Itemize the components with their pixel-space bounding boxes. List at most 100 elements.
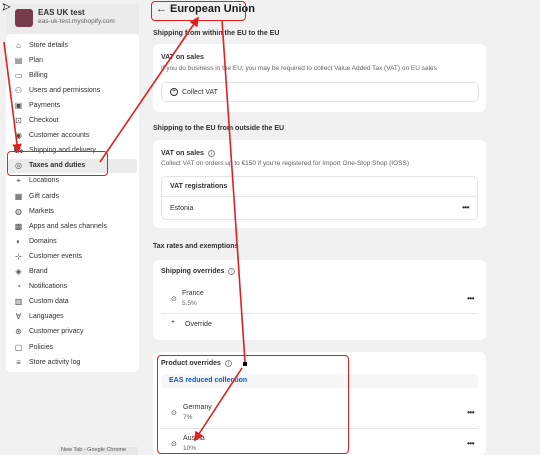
sidebar-item-languages[interactable]: Ɐ Languages (8, 310, 137, 324)
card-title: VAT on sales i (161, 150, 215, 157)
sidebar-item-custom-data[interactable]: ▥ Custom data (8, 295, 137, 309)
override-country: France (182, 290, 204, 297)
domains-icon: ◐ (16, 236, 21, 246)
sidebar-item-customer-privacy[interactable]: ⊛ Customer privacy (8, 325, 137, 339)
sidebar-item-label: Custom data (29, 298, 69, 306)
info-icon[interactable]: i (207, 150, 215, 157)
store-switcher[interactable]: EAS UK test eas-uk-test.myshopify.com (8, 4, 139, 32)
brand-icon: ◈ (15, 267, 22, 276)
sidebar-item-label: Domains (29, 237, 57, 245)
sidebar-item-label: Plan (29, 56, 44, 64)
apps-icon: ▩ (14, 221, 23, 231)
sidebar-item-label: Apps and sales channels (29, 222, 107, 230)
users-icon: ⚇ (14, 85, 23, 95)
annotation-title-highlight (151, 1, 246, 21)
settings-sidebar: EAS UK test eas-uk-test.myshopify.com ⌂ S… (6, 4, 139, 372)
locations-icon: ⌖ (16, 175, 21, 185)
override-rate: 5.5% (182, 300, 197, 307)
sidebar-item-label: Languages (29, 313, 64, 321)
markets-icon: ◍ (15, 206, 22, 216)
store-url: eas-uk-test.myshopify.com (38, 18, 115, 25)
annotation-taxes-highlight (7, 151, 108, 176)
sidebar-item-policies[interactable]: ▢ Policies (8, 340, 137, 354)
sidebar-item-apps-and-sales-channels[interactable]: ▩ Apps and sales channels (8, 219, 137, 233)
section-heading-within-eu: Shipping from within the EU to the EU (153, 30, 280, 37)
sidebar-item-label: Policies (29, 343, 54, 351)
divider (162, 196, 477, 197)
plan-icon: ▤ (14, 55, 23, 65)
card-title: Shipping overrides i (161, 268, 236, 275)
billing-icon: ▭ (14, 70, 23, 80)
sidebar-item-plan[interactable]: ▤ Plan (8, 53, 137, 67)
sidebar-item-users-and-permissions[interactable]: ⚇ Users and permissions (8, 83, 137, 97)
shipping-overrides-list: ⊙ France 5.5% ••• + Override (161, 282, 478, 334)
sidebar-item-gift-cards[interactable]: ▦ Gift cards (8, 189, 137, 203)
sidebar-item-label: Brand (29, 268, 48, 275)
vat-registrations-title: VAT registrations (170, 183, 228, 190)
vat-outside-eu-card: VAT on sales i Collect VAT on orders up t… (153, 140, 486, 228)
custom-data-icon: ▥ (14, 297, 23, 307)
payments-icon: ▣ (14, 100, 23, 110)
notifications-icon: ◔ (16, 282, 21, 292)
sidebar-item-label: Users and permissions (29, 86, 101, 94)
sidebar-item-label: Billing (29, 71, 48, 79)
shipping-overrides-card: Shipping overrides i ⊙ France 5.5% ••• + … (153, 260, 486, 340)
sidebar-item-label: Checkout (29, 117, 59, 124)
sidebar-item-label: Notifications (29, 283, 68, 291)
sidebar-item-label: Store activity log (29, 358, 81, 366)
sidebar-item-customer-accounts[interactable]: ◉ Customer accounts (8, 129, 137, 143)
more-actions-icon[interactable]: ••• (467, 439, 474, 448)
card-description: If you do business in the EU, you may be… (161, 65, 437, 72)
vat-within-eu-card: VAT on sales If you do business in the E… (153, 44, 486, 112)
annotation-product-overrides-highlight (157, 355, 349, 454)
plus-circle-icon: + (170, 88, 178, 96)
sidebar-item-label: Markets (29, 207, 54, 215)
plus-icon[interactable]: + (171, 319, 175, 326)
add-override-link[interactable]: Override (185, 321, 212, 328)
more-actions-icon[interactable]: ••• (462, 203, 469, 212)
sidebar-item-label: Locations (29, 177, 59, 185)
location-pin-icon: ⊙ (171, 296, 177, 303)
taskbar-item[interactable]: New Tab - Google Chrome (58, 447, 138, 455)
gift-card-icon: ▦ (14, 191, 23, 201)
collect-vat-button[interactable]: + Collect VAT (161, 82, 479, 102)
card-title: VAT on sales (161, 54, 204, 61)
privacy-icon: ⊛ (15, 327, 22, 337)
sidebar-item-markets[interactable]: ◍ Markets (8, 204, 137, 218)
registration-country: Estonia (170, 205, 194, 212)
store-icon: ⌂ (16, 40, 21, 50)
languages-icon: Ɐ (15, 312, 22, 322)
section-heading-outside-eu: Shipping to the EU from outside the EU (153, 125, 285, 132)
divider (161, 313, 478, 314)
card-description: Collect VAT on orders up to €150 if you'… (161, 160, 409, 167)
sidebar-item-billing[interactable]: ▭ Billing (8, 68, 137, 82)
customer-accounts-icon: ◉ (15, 131, 22, 141)
sidebar-item-payments[interactable]: ▣ Payments (8, 98, 137, 112)
more-actions-icon[interactable]: ••• (467, 408, 474, 417)
store-avatar (15, 9, 33, 27)
sidebar-item-label: Customer events (29, 252, 82, 260)
section-heading-tax-rates: Tax rates and exemptions (153, 243, 239, 250)
sidebar-item-label: Gift cards (29, 192, 59, 200)
sidebar-item-label: Customer privacy (29, 328, 84, 336)
customer-events-icon: ⊹ (15, 251, 22, 261)
sidebar-item-label: Store details (29, 41, 68, 49)
collect-vat-label: Collect VAT (182, 88, 218, 96)
activity-log-icon: ≡ (16, 357, 21, 367)
vat-registrations-box: VAT registrations Estonia ••• (161, 176, 478, 220)
mouse-cursor-icon: ➤ (2, 2, 11, 14)
sidebar-item-customer-events[interactable]: ⊹ Customer events (8, 249, 137, 263)
sidebar-item-notifications[interactable]: ◔ Notifications (8, 280, 137, 294)
sidebar-item-store-activity-log[interactable]: ≡ Store activity log (8, 355, 137, 369)
checkout-icon: ⊡ (15, 116, 22, 125)
sidebar-item-domains[interactable]: ◐ Domains (8, 234, 137, 248)
sidebar-item-store-details[interactable]: ⌂ Store details (8, 38, 137, 52)
policies-icon: ▢ (14, 342, 23, 352)
info-icon[interactable]: i (228, 268, 236, 275)
more-actions-icon[interactable]: ••• (467, 294, 474, 303)
sidebar-item-brand[interactable]: ◈ Brand (8, 265, 137, 279)
sidebar-item-label: Customer accounts (29, 132, 90, 140)
sidebar-item-label: Payments (29, 101, 61, 109)
sidebar-item-checkout[interactable]: ⊡ Checkout (8, 114, 137, 128)
settings-nav: ⌂ Store details ▤ Plan ▭ Billing ⚇ Users and pe… (6, 34, 139, 372)
